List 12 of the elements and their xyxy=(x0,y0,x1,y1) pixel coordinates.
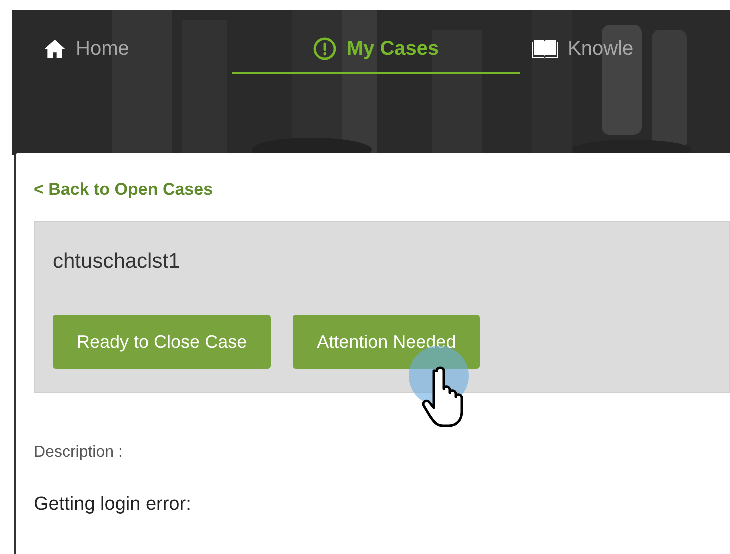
back-link[interactable]: < Back to Open Cases xyxy=(34,177,730,202)
description-text: Getting login error: xyxy=(34,492,192,516)
book-icon xyxy=(532,38,558,60)
case-title: chtuschaclst1 xyxy=(53,248,182,274)
nav-tab[interactable]: Knowle xyxy=(520,26,720,74)
description-label: Description : xyxy=(34,442,124,462)
nav-tab[interactable]: Home xyxy=(32,26,232,74)
action-button[interactable]: Ready to Close Case xyxy=(53,315,272,369)
nav-tab[interactable]: My Cases xyxy=(232,26,520,74)
home-icon xyxy=(44,38,66,60)
alert-icon xyxy=(312,37,337,61)
action-button[interactable]: Attention Needed xyxy=(293,315,480,369)
